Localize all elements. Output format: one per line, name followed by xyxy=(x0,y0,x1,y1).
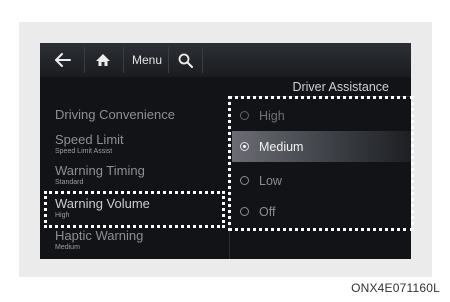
highlight-warning-volume-box xyxy=(44,191,225,228)
menu-button[interactable]: Menu xyxy=(128,48,166,72)
setting-label: Warning Timing xyxy=(55,163,145,178)
home-icon xyxy=(96,54,110,66)
separator xyxy=(84,47,85,73)
search-button[interactable] xyxy=(173,48,197,72)
highlight-options-box xyxy=(228,96,414,231)
setting-value: Medium xyxy=(55,244,80,251)
section-title: Driver Assistance xyxy=(292,80,389,94)
separator xyxy=(168,47,169,73)
home-button[interactable] xyxy=(90,48,116,72)
setting-label: Driving Convenience xyxy=(55,107,175,122)
setting-value: Standard xyxy=(55,179,84,186)
setting-speed-limit[interactable]: Speed Limit Speed Limit Assist xyxy=(55,132,124,156)
setting-label: Haptic Warning xyxy=(55,228,144,243)
top-bar: Menu xyxy=(40,43,411,77)
setting-haptic-warning[interactable]: Haptic Warning Medium xyxy=(55,228,143,252)
search-icon xyxy=(178,53,193,68)
setting-label: Speed Limit xyxy=(55,132,124,147)
menu-label: Menu xyxy=(131,53,163,67)
separator xyxy=(202,47,203,73)
separator xyxy=(123,47,124,73)
back-button[interactable] xyxy=(50,48,76,72)
setting-value: Speed Limit Assist xyxy=(55,148,113,155)
back-arrow-icon xyxy=(55,53,71,67)
settings-list: Driving Convenience Speed Limit Speed Li… xyxy=(40,101,228,259)
figure-code: ONX4E071160L xyxy=(351,281,440,295)
setting-warning-timing[interactable]: Warning Timing Standard xyxy=(55,163,145,187)
setting-driving-convenience[interactable]: Driving Convenience xyxy=(55,107,175,122)
